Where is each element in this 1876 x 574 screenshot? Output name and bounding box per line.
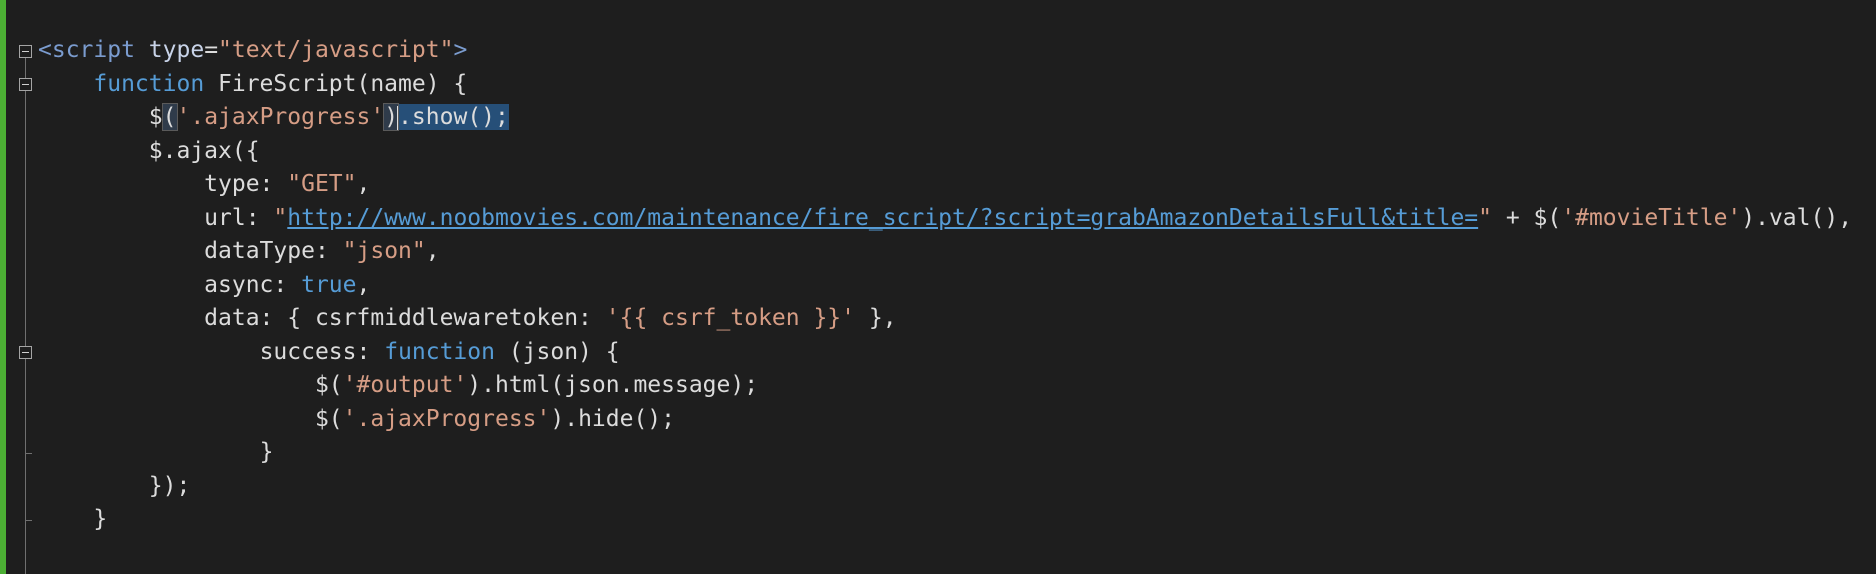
code-token: url: bbox=[204, 204, 274, 231]
code-token: " bbox=[273, 204, 288, 231]
selected-text: .show(); bbox=[398, 104, 509, 130]
code-token: "GET" bbox=[287, 171, 357, 197]
code-token: ).hide(); bbox=[550, 405, 675, 432]
code-token: type bbox=[134, 37, 205, 63]
code-token: $( bbox=[314, 405, 343, 432]
code-token: , bbox=[425, 238, 440, 264]
code-line[interactable]: $('.ajaxProgress').show(); bbox=[38, 101, 1876, 135]
code-token: success: bbox=[259, 338, 385, 365]
code-token: function bbox=[384, 338, 495, 365]
code-token: '#movieTitle' bbox=[1561, 204, 1742, 231]
code-token: + $( bbox=[1492, 204, 1562, 231]
code-token: data: { csrfmiddlewaretoken: bbox=[204, 305, 606, 331]
code-editor[interactable]: <script type="text/javascript"> function… bbox=[0, 0, 1876, 574]
code-token: ).val(), bbox=[1741, 204, 1853, 231]
code-token: function bbox=[93, 70, 205, 97]
code-token: = bbox=[204, 37, 219, 63]
code-line[interactable]: data: { csrfmiddlewaretoken: '{{ csrf_to… bbox=[38, 302, 1876, 336]
code-token: FireScript(name) { bbox=[204, 70, 468, 97]
code-token: true bbox=[301, 271, 357, 298]
code-token: <script bbox=[38, 37, 135, 63]
code-token: ) bbox=[383, 103, 400, 131]
collapse-toggle-icon[interactable] bbox=[19, 44, 32, 58]
code-line[interactable]: } bbox=[38, 503, 1876, 537]
code-token: } bbox=[93, 506, 108, 532]
code-line[interactable]: async: true, bbox=[38, 269, 1876, 303]
code-line[interactable]: type: "GET", bbox=[38, 168, 1876, 202]
outline-guide-line bbox=[25, 56, 26, 574]
code-line[interactable]: success: function (json) { bbox=[38, 336, 1876, 370]
code-token: '{{ csrf_token }}' bbox=[605, 305, 855, 331]
code-token: '.ajaxProgress' bbox=[176, 104, 385, 130]
code-token: '#output' bbox=[342, 372, 468, 398]
code-token: ( bbox=[161, 103, 178, 131]
code-token: " bbox=[1478, 204, 1492, 231]
code-line[interactable]: function FireScript(name) { bbox=[38, 68, 1876, 102]
code-token: ).html(json.message); bbox=[467, 372, 759, 398]
code-token: , bbox=[356, 171, 371, 197]
code-token: '.ajaxProgress' bbox=[342, 405, 551, 432]
code-line[interactable]: dataType: "json", bbox=[38, 235, 1876, 269]
code-line[interactable]: $.ajax({ bbox=[38, 135, 1876, 169]
collapse-toggle-icon[interactable] bbox=[19, 78, 32, 92]
code-token: type: bbox=[204, 171, 288, 197]
outline-block-end bbox=[25, 452, 32, 454]
outline-block-end bbox=[25, 519, 32, 521]
code-token: > bbox=[453, 37, 468, 63]
code-token: $.ajax({ bbox=[148, 137, 260, 164]
code-token: } bbox=[259, 439, 274, 465]
code-token: , bbox=[356, 271, 371, 298]
code-line[interactable]: $('.ajaxProgress').hide(); bbox=[38, 403, 1876, 437]
url-link[interactable]: http://www.noobmovies.com/maintenance/fi… bbox=[287, 205, 1478, 231]
code-line[interactable]: }); bbox=[38, 470, 1876, 504]
code-token: dataType: bbox=[204, 238, 343, 264]
code-token: $ bbox=[148, 104, 163, 130]
code-line[interactable]: <script type="text/javascript"> bbox=[38, 34, 1876, 68]
code-token: $( bbox=[314, 372, 343, 398]
code-line[interactable]: $('#output').html(json.message); bbox=[38, 369, 1876, 403]
code-token: }); bbox=[148, 472, 191, 499]
code-line[interactable]: url: "http://www.noobmovies.com/maintena… bbox=[38, 202, 1876, 236]
outlining-margin bbox=[14, 0, 38, 574]
code-line[interactable]: } bbox=[38, 436, 1876, 470]
collapse-toggle-icon[interactable] bbox=[19, 346, 32, 360]
code-token: }, bbox=[855, 305, 897, 331]
code-token: async: bbox=[204, 271, 302, 298]
code-token: "json" bbox=[342, 238, 426, 264]
code-token: (json) { bbox=[494, 338, 620, 365]
code-line[interactable] bbox=[38, 537, 1876, 571]
code-area[interactable]: <script type="text/javascript"> function… bbox=[38, 34, 1876, 570]
change-tracking-bar bbox=[0, 0, 6, 574]
code-token: "text/javascript" bbox=[218, 37, 454, 63]
